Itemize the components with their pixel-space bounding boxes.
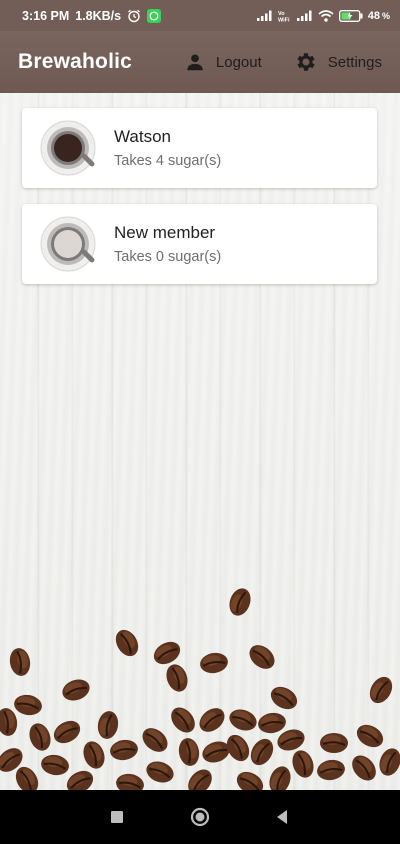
person-icon bbox=[187, 54, 203, 71]
recents-button[interactable] bbox=[97, 790, 137, 844]
signal-icon bbox=[256, 10, 272, 21]
cup-fill bbox=[54, 134, 82, 162]
member-card[interactable]: Watson Takes 4 sugar(s) bbox=[22, 108, 377, 188]
home-button[interactable] bbox=[180, 790, 220, 844]
battery-percent: 48 bbox=[367, 9, 380, 22]
coffee-cup-icon bbox=[40, 120, 96, 176]
svg-text:Vo: Vo bbox=[278, 11, 285, 17]
alarm-icon bbox=[128, 9, 141, 22]
member-name: Watson bbox=[114, 127, 172, 146]
status-bar: 3:16 PM 1.8KB/s Vo WiFi 48 % bbox=[0, 0, 400, 31]
cup-fill bbox=[54, 230, 82, 258]
member-text: Watson Takes 4 sugar(s) bbox=[114, 127, 221, 169]
back-button[interactable] bbox=[262, 790, 302, 844]
triangle-back-icon bbox=[277, 810, 287, 824]
battery-icon bbox=[338, 9, 363, 22]
whatsapp-icon bbox=[147, 8, 162, 23]
gear-icon bbox=[297, 53, 315, 71]
coffee-cup-icon bbox=[40, 216, 96, 272]
status-left: 3:16 PM 1.8KB/s bbox=[22, 8, 162, 23]
status-right: Vo WiFi 48% bbox=[256, 9, 390, 22]
member-sugar: Takes 0 sugar(s) bbox=[114, 249, 222, 265]
signal-icon-2 bbox=[296, 10, 312, 21]
vowifi-icon: Vo WiFi bbox=[278, 11, 290, 22]
member-list-area: Watson Takes 4 sugar(s) New member Takes… bbox=[0, 93, 400, 790]
status-time: 3:16 PM bbox=[22, 8, 70, 23]
logout-button[interactable]: Logout bbox=[184, 51, 262, 73]
member-card[interactable]: New member Takes 0 sugar(s) bbox=[22, 204, 377, 284]
member-text: New member Takes 0 sugar(s) bbox=[114, 223, 221, 265]
app-bar: Brewaholic Logout Settings bbox=[0, 31, 400, 93]
settings-label: Settings bbox=[327, 53, 382, 71]
svg-text:WiFi: WiFi bbox=[278, 17, 290, 22]
bean-cluster bbox=[0, 584, 400, 790]
percent-sign: % bbox=[381, 10, 390, 21]
square-icon bbox=[111, 811, 123, 823]
circle-icon bbox=[190, 807, 210, 827]
network-speed: 1.8KB/s bbox=[75, 8, 122, 23]
member-sugar: Takes 4 sugar(s) bbox=[114, 153, 222, 169]
settings-button[interactable]: Settings bbox=[294, 50, 382, 74]
system-nav-bar bbox=[0, 790, 400, 844]
coffee-beans-decoration bbox=[0, 584, 400, 790]
app-actions: Logout Settings bbox=[184, 50, 382, 74]
wifi-icon bbox=[318, 9, 334, 22]
member-name: New member bbox=[114, 223, 216, 242]
logout-label: Logout bbox=[215, 53, 262, 71]
app-title: Brewaholic bbox=[18, 50, 133, 73]
